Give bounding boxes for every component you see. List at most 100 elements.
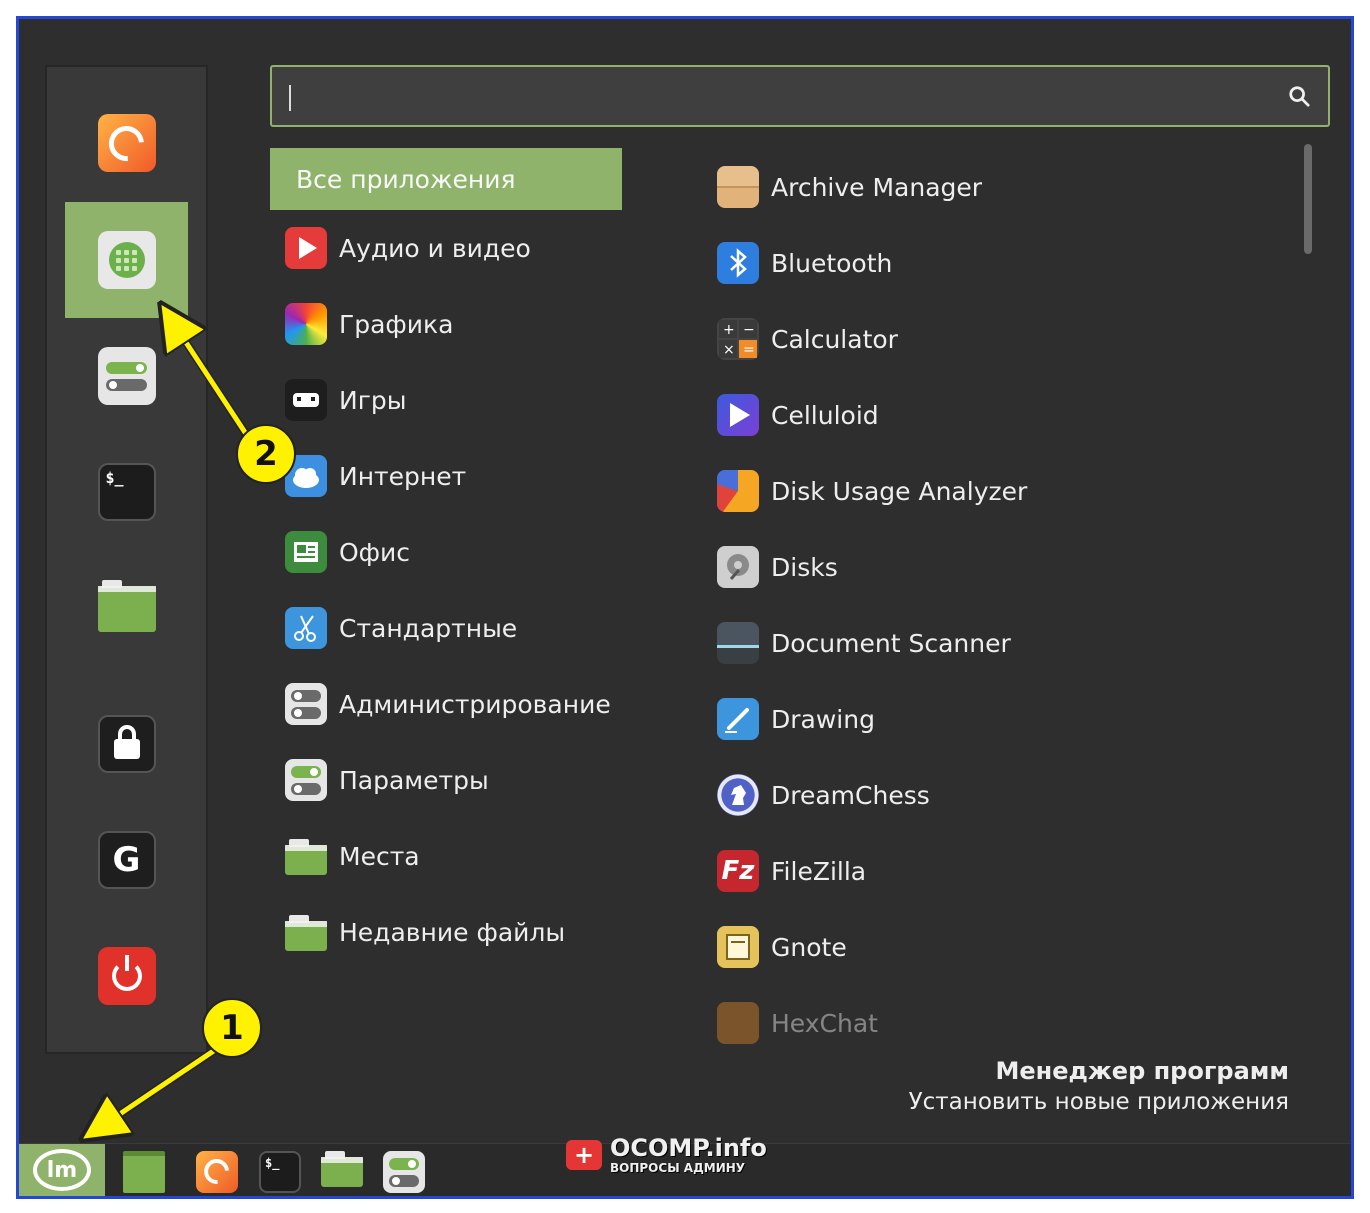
app-document-scanner[interactable]: Document Scanner (717, 612, 1011, 674)
search-icon[interactable] (1288, 85, 1310, 107)
app-archive-manager[interactable]: Archive Manager (717, 156, 982, 218)
favorite-logout[interactable]: G (65, 802, 188, 918)
disk-icon (717, 546, 759, 588)
category-label: Стандартные (339, 613, 518, 643)
app-gnote[interactable]: Gnote (717, 916, 847, 978)
folder-icon (97, 580, 156, 632)
category-audio-video[interactable]: Аудио и видео (270, 217, 622, 279)
category-places[interactable]: Места (270, 825, 622, 887)
category-label: Игры (339, 385, 407, 415)
category-label: Аудио и видео (339, 233, 531, 263)
search-box[interactable] (270, 65, 1330, 127)
app-info-name: Менеджер программ (995, 1057, 1290, 1085)
recent-folder-icon (285, 915, 327, 951)
terminal-icon: $_ (259, 1151, 301, 1193)
annotation-badge-1: 1 (202, 998, 262, 1058)
firefox-icon (196, 1151, 238, 1193)
app-filezilla[interactable]: Fz FileZilla (717, 840, 866, 902)
app-info: Менеджер программ Установить новые прило… (909, 1057, 1289, 1115)
category-label: Все приложения (296, 164, 516, 194)
svg-text:−: − (743, 322, 755, 338)
category-games[interactable]: Игры (270, 369, 622, 431)
note-icon (717, 926, 759, 968)
favorite-settings[interactable] (65, 318, 188, 434)
category-label: Места (339, 841, 420, 871)
category-label: Администрирование (339, 689, 611, 719)
app-disks[interactable]: Disks (717, 536, 838, 598)
app-list-scrollbar[interactable] (1304, 144, 1312, 254)
app-drawing[interactable]: Drawing (717, 688, 875, 750)
pie-chart-icon (717, 470, 759, 512)
play-icon (717, 394, 759, 436)
search-input[interactable] (284, 75, 1268, 119)
app-grid-icon (97, 231, 156, 289)
app-label: HexChat (771, 1008, 878, 1038)
app-celluloid[interactable]: Celluloid (717, 384, 879, 446)
category-graphics[interactable]: Графика (270, 293, 622, 355)
favorite-firefox[interactable] (65, 85, 188, 201)
folder-icon (285, 839, 327, 875)
bluetooth-icon (717, 242, 759, 284)
app-label: FileZilla (771, 856, 867, 886)
taskbar-firefox[interactable] (193, 1148, 241, 1196)
scissors-icon (285, 607, 327, 649)
svg-text:×: × (723, 342, 735, 358)
category-preferences[interactable]: Параметры (270, 749, 622, 811)
watermark-title: OCOMP.info (610, 1134, 767, 1162)
taskbar-mint-menu-button[interactable]: lm (19, 1144, 105, 1196)
first-aid-icon: + (566, 1140, 602, 1170)
app-bluetooth[interactable]: Bluetooth (717, 232, 892, 294)
svg-text:=: = (743, 342, 755, 358)
toggles-icon (97, 347, 156, 405)
desktop-icon (123, 1151, 165, 1193)
app-disk-usage-analyzer[interactable]: Disk Usage Analyzer (717, 460, 1027, 522)
terminal-icon: $_ (97, 463, 156, 521)
category-label: Графика (339, 309, 454, 339)
app-label: Archive Manager (771, 172, 983, 202)
office-icon (285, 531, 327, 573)
category-internet[interactable]: Интернет (270, 445, 622, 507)
pencil-icon (717, 698, 759, 740)
taskbar-files[interactable] (318, 1148, 366, 1196)
svg-text:+: + (723, 322, 735, 338)
app-label: Document Scanner (771, 628, 1011, 658)
app-dreamchess[interactable]: DreamChess (717, 764, 930, 826)
app-label: Gnote (771, 932, 847, 962)
category-all-apps[interactable]: Все приложения (270, 148, 622, 210)
watermark-subtitle: ВОПРОСЫ АДМИНУ (610, 1161, 746, 1175)
favorite-shutdown[interactable] (65, 918, 188, 1034)
category-administration[interactable]: Администрирование (270, 673, 622, 735)
running-indicator (380, 1197, 428, 1199)
calculator-icon: + − × = (717, 318, 759, 360)
gamepad-icon (285, 379, 327, 421)
power-icon (97, 947, 156, 1005)
archive-icon (717, 166, 759, 208)
category-recent-files[interactable]: Недавние файлы (270, 901, 622, 963)
logout-icon: G (97, 831, 156, 889)
toggles-icon (285, 759, 327, 801)
app-hexchat[interactable]: HexChat (717, 992, 878, 1054)
category-label: Интернет (339, 461, 467, 491)
text-caret (289, 85, 291, 111)
taskbar-settings[interactable] (380, 1148, 428, 1196)
lock-icon (97, 715, 156, 773)
favorite-files[interactable] (65, 551, 188, 667)
taskbar-terminal[interactable]: $_ (256, 1148, 304, 1196)
category-accessories[interactable]: Стандартные (270, 597, 622, 659)
app-calculator[interactable]: + − × = Calculator (717, 308, 898, 370)
running-indicator (193, 1197, 241, 1199)
play-icon (285, 227, 327, 269)
category-label: Параметры (339, 765, 489, 795)
category-label: Офис (339, 537, 411, 567)
favorite-terminal[interactable]: $_ (65, 434, 188, 550)
favorite-lock-screen[interactable] (65, 686, 188, 802)
hexchat-icon (717, 1002, 759, 1044)
category-office[interactable]: Офис (270, 521, 622, 583)
app-label: Drawing (771, 704, 875, 734)
mint-logo-icon: lm (33, 1149, 91, 1191)
favorite-mint-menu[interactable] (65, 202, 188, 318)
app-label: DreamChess (771, 780, 930, 810)
taskbar-show-desktop[interactable] (120, 1148, 168, 1196)
toggles-icon (383, 1151, 425, 1193)
app-label: Disks (771, 552, 838, 582)
